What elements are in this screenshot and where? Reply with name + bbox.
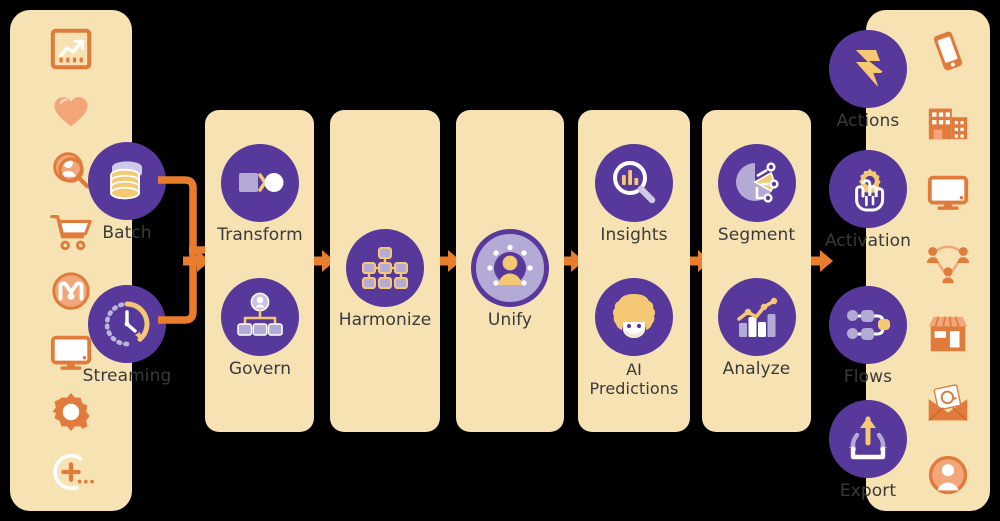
unify-node[interactable] (471, 229, 549, 307)
profile-ring-icon (484, 242, 536, 294)
ai-predictions-node-label: AI Predictions (589, 360, 679, 398)
clock-stream-icon (101, 298, 153, 350)
insights-node-wrap: Insights (591, 144, 677, 245)
analyze-node-label: Analyze (722, 359, 791, 379)
desktop-monitor-icon (925, 169, 971, 215)
flow-nodes-icon (842, 299, 894, 351)
transform-node-label: Transform (217, 225, 303, 245)
office-buildings-icon (925, 99, 971, 145)
magnifier-bars-icon (608, 157, 660, 209)
insights-node[interactable] (595, 144, 673, 222)
lightning-bolt-icon (842, 43, 894, 95)
flows-node-wrap: Flows (828, 286, 908, 387)
activation-node-wrap: Activation (824, 150, 912, 251)
gear-icon (48, 389, 94, 435)
export-node[interactable] (829, 400, 907, 478)
einstein-face-icon (608, 291, 660, 343)
data-sources-icon-column (10, 26, 132, 496)
email-at-icon (925, 381, 971, 427)
diagram-canvas: Batch Streaming Transform Govern Harmoni… (0, 0, 1000, 521)
ai-predictions-node-wrap: AI Predictions (589, 278, 679, 398)
heart-icon (48, 87, 94, 133)
govern-node[interactable] (221, 278, 299, 356)
pie-split-icon (731, 157, 783, 209)
square-to-circle-icon (234, 157, 286, 209)
analyze-node[interactable] (717, 278, 796, 356)
unify-node-label: Unify (487, 310, 533, 330)
flows-node[interactable] (829, 286, 907, 364)
transform-node-wrap: Transform (217, 144, 303, 245)
person-hierarchy-icon (234, 291, 286, 343)
segment-node-label: Segment (717, 225, 796, 245)
harmonize-node-wrap: Harmonize (339, 229, 431, 330)
people-network-icon (925, 240, 971, 286)
flows-node-label: Flows (843, 367, 893, 387)
insights-node-label: Insights (600, 225, 668, 245)
export-node-wrap: Export (828, 400, 908, 501)
node-network-icon (359, 242, 411, 294)
actions-node-wrap: Actions (828, 30, 908, 131)
segment-node[interactable] (717, 144, 796, 222)
govern-node-wrap: Govern (220, 278, 300, 379)
activation-node-label: Activation (824, 231, 912, 251)
destinations-icon-column (905, 28, 990, 498)
hand-gear-icon (842, 163, 894, 215)
storefront-icon (925, 311, 971, 357)
transform-node[interactable] (221, 144, 299, 222)
export-arrow-icon (842, 413, 894, 465)
segment-node-wrap: Segment (715, 144, 798, 245)
user-avatar-icon (925, 452, 971, 498)
unify-node-wrap: Unify (470, 229, 550, 330)
analyze-node-wrap: Analyze (715, 278, 798, 379)
streaming-node-label: Streaming (82, 366, 172, 386)
plus-circle-more-icon (48, 450, 94, 496)
activation-node[interactable] (829, 150, 907, 228)
actions-node-label: Actions (836, 111, 900, 131)
ai-predictions-node[interactable] (595, 278, 673, 356)
mobile-phone-icon (925, 28, 971, 74)
export-node-label: Export (839, 481, 897, 501)
harmonize-node-label: Harmonize (338, 310, 432, 330)
database-stack-icon (101, 155, 153, 207)
bar-line-chart-icon (731, 291, 783, 343)
batch-node-label: Batch (102, 223, 152, 243)
actions-node[interactable] (829, 30, 907, 108)
harmonize-node[interactable] (346, 229, 424, 307)
govern-node-label: Govern (228, 359, 292, 379)
chart-trend-icon (48, 26, 94, 72)
